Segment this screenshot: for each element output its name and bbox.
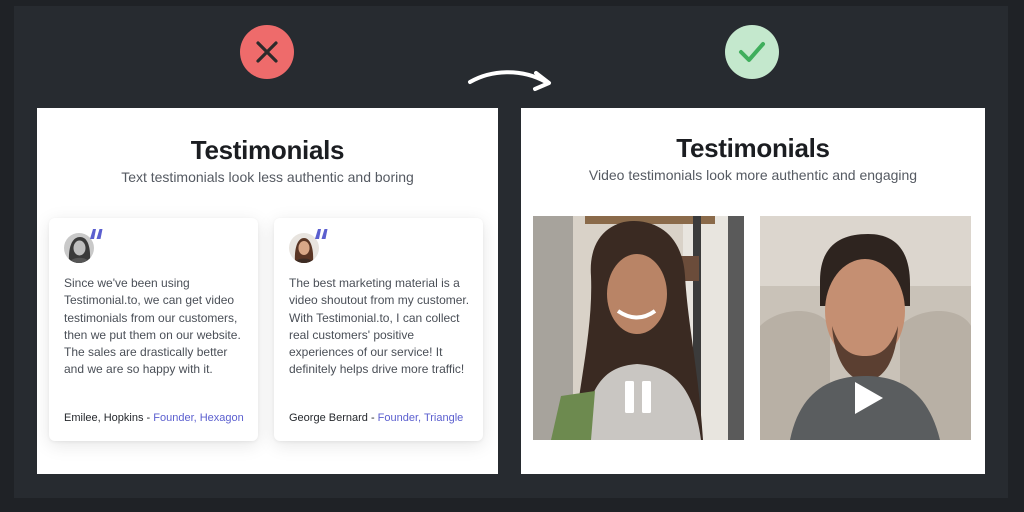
author-separator: - bbox=[367, 412, 378, 424]
video-testimonials-panel: Testimonials Video testimonials look mor… bbox=[521, 108, 985, 474]
panel-title: Testimonials bbox=[190, 135, 345, 165]
testimonial-author: Emilee, Hopkins - Founder, Hexagon bbox=[64, 412, 244, 424]
text-testimonials-panel: Testimonials Text testimonials look less… bbox=[37, 108, 498, 474]
play-icon[interactable] bbox=[852, 380, 886, 416]
panel-title: Testimonials bbox=[676, 133, 830, 163]
testimonial-text: Since we've been using Testimonial.to, w… bbox=[64, 276, 241, 377]
author-role: Founder, Triangle bbox=[377, 412, 464, 424]
quote-icon bbox=[315, 229, 328, 239]
close-icon bbox=[256, 41, 278, 63]
testimonial-card: The best marketing material is a video s… bbox=[274, 218, 483, 441]
video-testimonial[interactable] bbox=[760, 216, 971, 440]
testimonial-author: George Bernard - Founder, Triangle bbox=[289, 412, 463, 424]
author-separator: - bbox=[143, 412, 154, 424]
check-icon bbox=[739, 42, 765, 62]
arrow-icon bbox=[468, 70, 551, 91]
panel-subtitle: Video testimonials look more authentic a… bbox=[588, 167, 918, 183]
testimonial-text: The best marketing material is a video s… bbox=[289, 276, 470, 377]
author-name: George Bernard bbox=[289, 412, 368, 424]
good-badge bbox=[725, 25, 779, 79]
author-name: Emilee, Hopkins bbox=[64, 412, 144, 424]
quote-icon bbox=[90, 229, 103, 239]
pause-icon[interactable] bbox=[623, 380, 653, 414]
panel-subtitle: Text testimonials look less authentic an… bbox=[121, 169, 414, 185]
author-role: Founder, Hexagon bbox=[153, 412, 244, 424]
bad-badge bbox=[240, 25, 294, 79]
video-testimonial[interactable] bbox=[533, 216, 744, 440]
testimonial-card: Since we've been using Testimonial.to, w… bbox=[49, 218, 258, 441]
